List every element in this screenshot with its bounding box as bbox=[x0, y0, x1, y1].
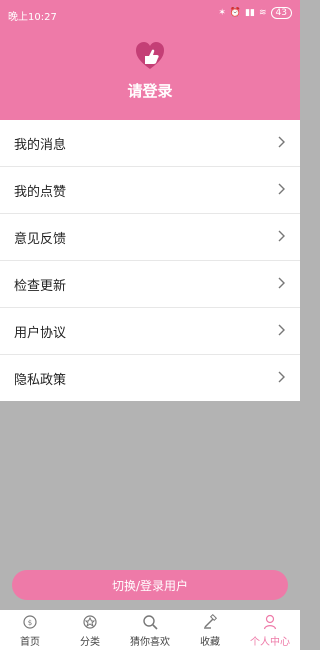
menu-item-check-update[interactable]: 检查更新 bbox=[0, 261, 300, 308]
tab-favorites[interactable]: 收藏 bbox=[180, 610, 240, 650]
menu-item-user-agreement[interactable]: 用户协议 bbox=[0, 308, 300, 355]
menu-item-label: 隐私政策 bbox=[14, 372, 67, 388]
wifi-icon: ≋ bbox=[259, 8, 267, 18]
menu-item-feedback[interactable]: 意见反馈 bbox=[0, 214, 300, 261]
chevron-right-icon bbox=[278, 136, 285, 148]
menu-item-label: 我的消息 bbox=[14, 137, 67, 153]
svg-text:$: $ bbox=[28, 619, 32, 627]
tab-label: 猜你喜欢 bbox=[130, 636, 170, 648]
menu-item-likes[interactable]: 我的点赞 bbox=[0, 167, 300, 214]
tab-guess-you-like[interactable]: 猜你喜欢 bbox=[120, 610, 180, 650]
chevron-right-icon bbox=[278, 230, 285, 242]
user-icon bbox=[263, 614, 277, 629]
tab-label: 分类 bbox=[80, 636, 100, 648]
tab-label: 收藏 bbox=[200, 636, 220, 648]
tab-profile[interactable]: 个人中心 bbox=[240, 610, 300, 650]
tab-label: 个人中心 bbox=[250, 636, 290, 648]
chevron-right-icon bbox=[278, 324, 285, 336]
menu-item-privacy-policy[interactable]: 隐私政策 bbox=[0, 355, 300, 401]
login-prompt[interactable]: 请登录 bbox=[0, 80, 300, 101]
status-bar: 晚上10:27 ✶ ⏰ ▮▮ ≋ 43 bbox=[0, 0, 300, 26]
status-icons: ✶ ⏰ ▮▮ ≋ 43 bbox=[218, 7, 292, 19]
battery-indicator: 43 bbox=[270, 7, 292, 19]
chevron-right-icon bbox=[278, 277, 285, 289]
menu-item-label: 检查更新 bbox=[14, 278, 67, 294]
settings-menu: 我的消息 我的点赞 意见反馈 检查更新 用户协议 隐私政策 bbox=[0, 120, 300, 401]
chevron-right-icon bbox=[278, 371, 285, 383]
switch-login-button[interactable]: 切换/登录用户 bbox=[12, 570, 288, 600]
category-icon bbox=[83, 614, 97, 629]
bottom-tab-bar: $ 首页 分类 猜你喜欢 收藏 个人中心 bbox=[0, 610, 300, 650]
app-logo-heart-thumbs-up-icon bbox=[134, 40, 166, 72]
signal-icon: ▮▮ bbox=[245, 8, 255, 18]
chevron-right-icon bbox=[278, 183, 285, 195]
menu-item-label: 用户协议 bbox=[14, 325, 67, 341]
alarm-icon: ⏰ bbox=[229, 8, 242, 18]
status-time: 晚上10:27 bbox=[8, 12, 57, 23]
search-icon bbox=[143, 614, 158, 630]
profile-header: 晚上10:27 ✶ ⏰ ▮▮ ≋ 43 请登录 bbox=[0, 0, 300, 120]
bluetooth-icon: ✶ bbox=[218, 8, 226, 18]
menu-item-label: 我的点赞 bbox=[14, 184, 67, 200]
favorite-icon bbox=[204, 613, 218, 629]
home-icon: $ bbox=[23, 614, 37, 629]
menu-item-messages[interactable]: 我的消息 bbox=[0, 120, 300, 167]
menu-item-label: 意见反馈 bbox=[14, 231, 67, 247]
tab-category[interactable]: 分类 bbox=[60, 610, 120, 650]
tab-home[interactable]: $ 首页 bbox=[0, 610, 60, 650]
tab-label: 首页 bbox=[20, 636, 40, 648]
